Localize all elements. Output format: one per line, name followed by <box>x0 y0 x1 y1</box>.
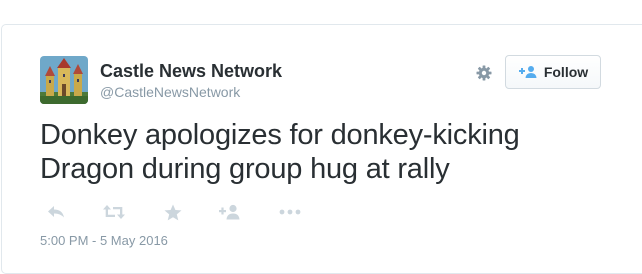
tweet-text-line-2: Dragon during group hug at rally <box>40 153 450 185</box>
tweet-timestamp[interactable]: 5:00 PM - 5 May 2016 <box>40 233 168 248</box>
star-icon[interactable] <box>161 202 185 222</box>
add-user-icon[interactable] <box>218 202 242 222</box>
author-name[interactable]: Castle News Network <box>100 61 282 82</box>
more-dots-icon[interactable] <box>278 202 302 222</box>
author-handle[interactable]: @CastleNewsNetwork <box>100 84 240 100</box>
tweet-text-line-1: Donkey apologizes for donkey-kicking <box>40 119 520 151</box>
follow-button[interactable]: Follow <box>505 55 601 89</box>
avatar[interactable] <box>40 56 88 104</box>
add-user-icon <box>518 65 538 79</box>
gear-icon[interactable] <box>475 64 493 82</box>
follow-label: Follow <box>543 64 589 80</box>
retweet-icon[interactable] <box>102 202 126 222</box>
tweet-text: Donkey apologizes for donkey-kicking Dra… <box>40 118 600 186</box>
reply-icon[interactable] <box>44 202 68 222</box>
